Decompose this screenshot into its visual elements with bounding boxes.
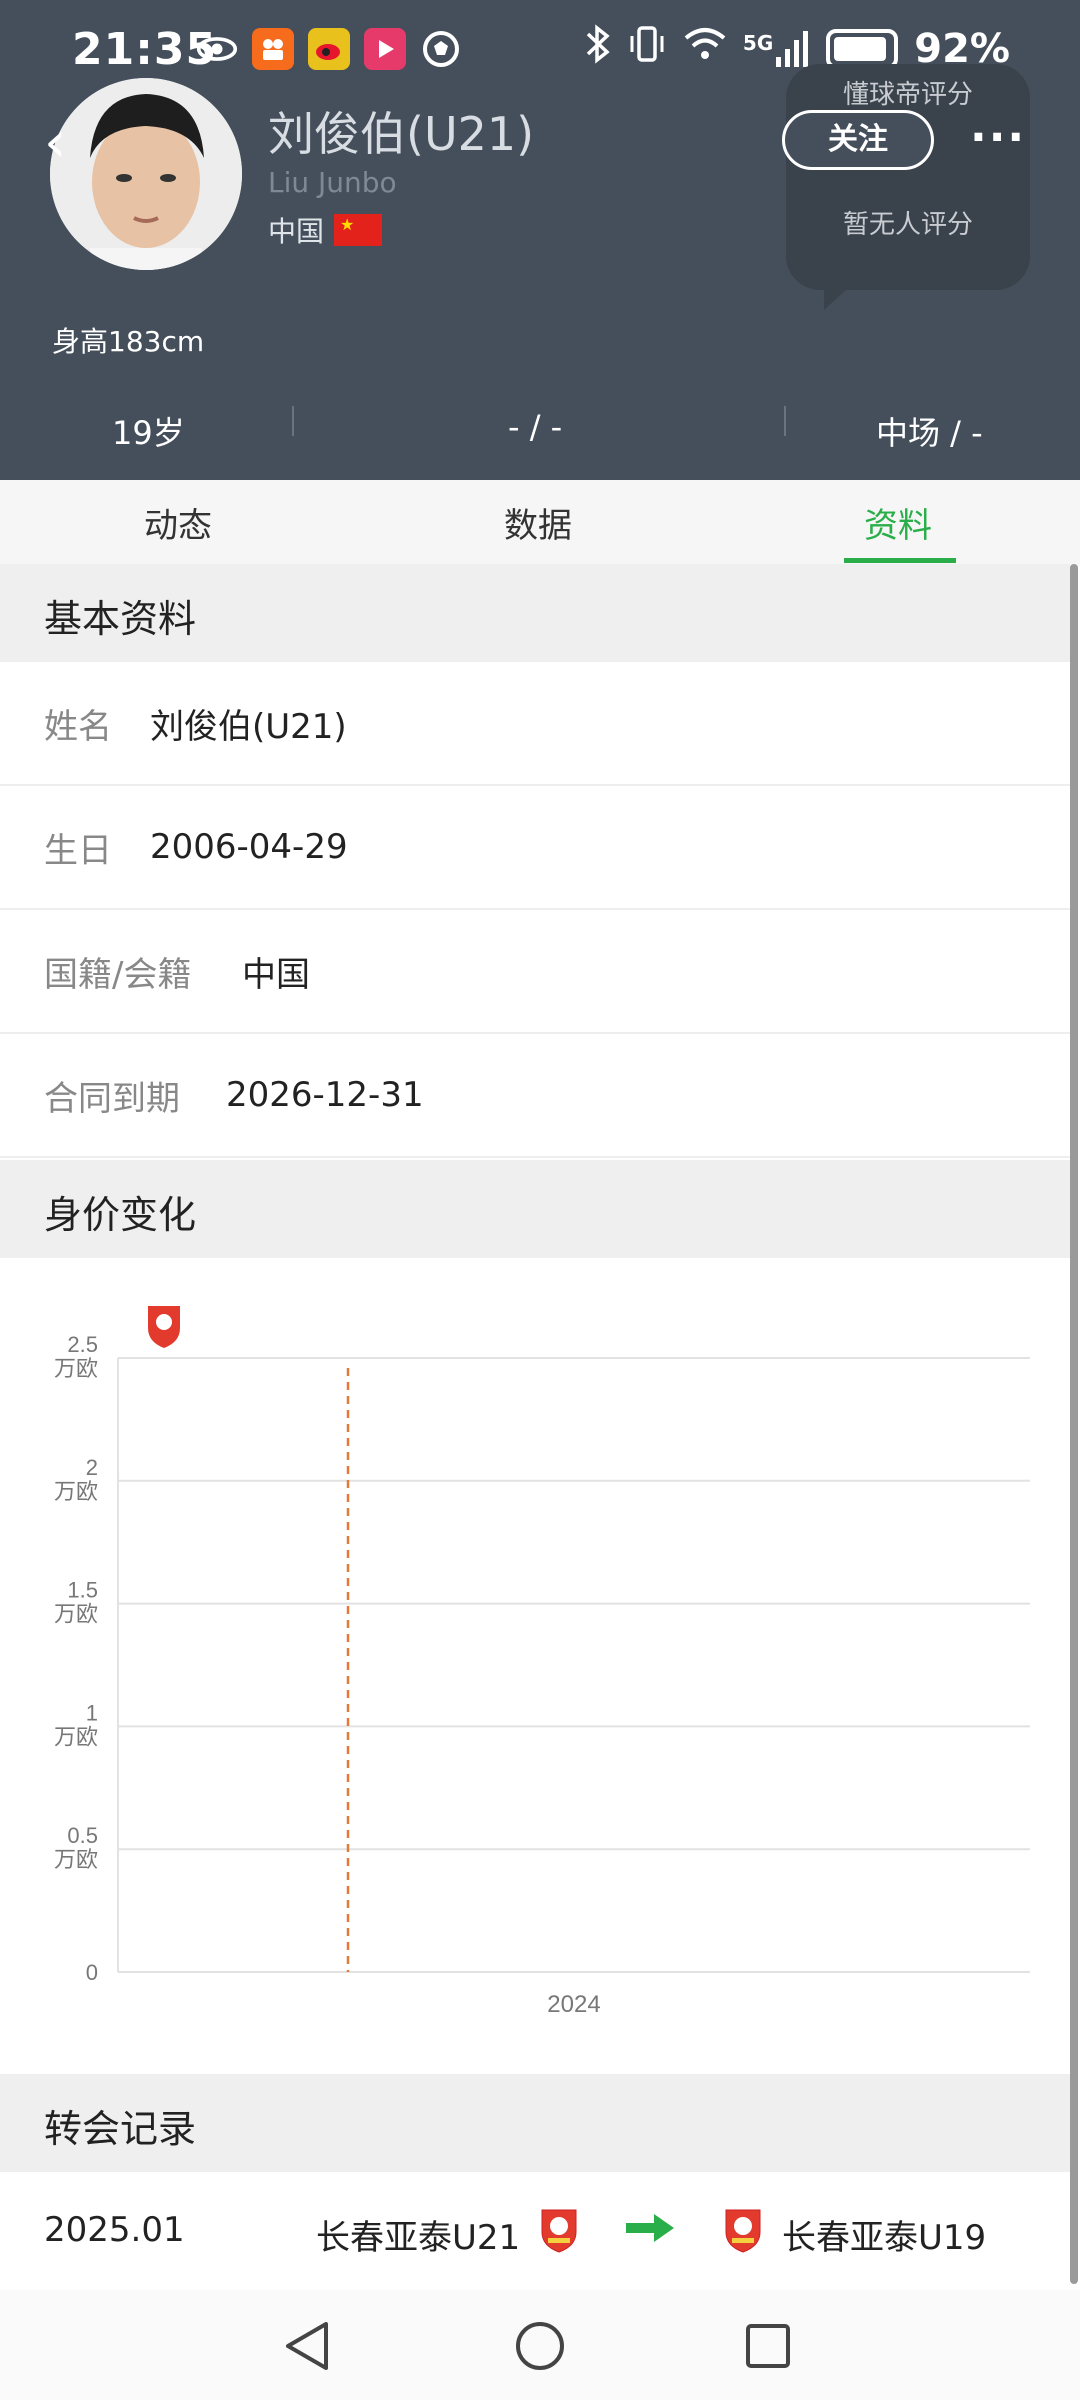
player-number: - / -: [508, 408, 563, 446]
nationality-text: 中国: [268, 215, 325, 248]
transfer-from-club: 长春亚泰U21: [316, 2218, 521, 2258]
network-type: 5G: [742, 31, 774, 55]
nav-recents-icon[interactable]: [744, 2322, 792, 2374]
info-label: 姓名: [44, 706, 112, 747]
battery-icon: [826, 29, 899, 69]
wifi-icon: [683, 26, 727, 72]
info-label: 合同到期: [44, 1078, 180, 1119]
info-row-nationality: 国籍/会籍 中国: [0, 910, 1070, 1034]
tab-bar: 动态 数据 资料: [0, 480, 1080, 564]
tab-active-indicator: [844, 558, 956, 563]
stat-divider: [292, 406, 294, 436]
section-transfer: 转会记录: [0, 2074, 1070, 2172]
info-row-birthday: 生日 2006-04-29: [0, 786, 1070, 910]
info-label: 生日: [44, 830, 112, 871]
tab-data[interactable]: 数据: [504, 498, 572, 547]
info-row-name: 姓名 刘俊伯(U21): [0, 662, 1070, 786]
club-badge-center: [156, 1314, 172, 1330]
info-label: 国籍/会籍: [44, 954, 192, 995]
player-height: 身高183cm: [52, 325, 205, 358]
y-tick-label: 2: [86, 1455, 98, 1480]
info-value: 2026-12-31: [226, 1075, 424, 1115]
eye-icon: [196, 28, 238, 70]
info-value: 2006-04-29: [150, 827, 348, 867]
scrollbar[interactable]: [1070, 564, 1078, 2284]
kuaishou-icon: [252, 28, 294, 70]
back-button[interactable]: ‹: [44, 110, 66, 175]
y-tick-unit: 万欧: [54, 1356, 98, 1381]
player-name-en: Liu Junbo: [268, 166, 397, 199]
transfer-record: 2025.01 长春亚泰U21 长春亚泰U19: [0, 2172, 1070, 2292]
vibrate-icon: [627, 24, 667, 74]
section-market-value: 身价变化: [0, 1160, 1070, 1258]
player-age: 19岁: [112, 414, 185, 452]
follow-button[interactable]: 关注: [782, 110, 934, 170]
info-value: 刘俊伯(U21): [150, 706, 347, 747]
info-value: 中国: [242, 954, 310, 995]
player-avatar: [50, 78, 242, 270]
football-app-icon: [420, 28, 462, 70]
x-tick-label: 2024: [547, 1991, 600, 2018]
player-nationality: 中国: [268, 210, 383, 250]
transfer-to-club: 长春亚泰U19: [782, 2218, 987, 2258]
transfer-arrow-icon: [626, 2212, 674, 2253]
market-value-chart: 0 0.5 万欧 1 万欧 1.5 万欧 2 万欧 2.5 万欧 2024: [0, 1258, 1070, 2073]
notification-icons: [196, 28, 462, 70]
chart-svg: 00.5万欧1万欧1.5万欧2万欧2.5万欧2024: [54, 1306, 1030, 2018]
rating-title: 懂球帝评分: [842, 80, 973, 110]
signal-icon: 5G: [743, 31, 810, 67]
tab-news[interactable]: 动态: [144, 498, 212, 547]
info-row-contract: 合同到期 2026-12-31: [0, 1034, 1070, 1158]
player-header: 21:35 5G 92% ‹ 刘俊伯(U21) Liu Junbo 中国 ★ 懂…: [0, 0, 1080, 480]
video-app-icon: [364, 28, 406, 70]
china-flag-icon: [334, 214, 383, 246]
weibo-icon: [308, 28, 350, 70]
y-tick-label: 1: [86, 1700, 98, 1725]
y-tick-unit: 万欧: [54, 1724, 98, 1749]
y-tick-unit: 万欧: [54, 1847, 98, 1872]
rating-bubble[interactable]: 懂球帝评分 暂无人评分: [786, 64, 1030, 310]
nav-back-icon[interactable]: [282, 2320, 332, 2376]
section-basic-info: 基本资料: [0, 564, 1070, 662]
player-name: 刘俊伯(U21): [268, 107, 535, 161]
club-badge-icon: [148, 1306, 180, 1348]
more-options-button[interactable]: ···: [970, 112, 1026, 163]
rating-value: 暂无人评分: [842, 210, 973, 240]
bluetooth-icon: [585, 24, 611, 74]
club-badge-icon: [540, 2206, 578, 2254]
tab-profile[interactable]: 资料: [864, 498, 932, 547]
y-tick-label: 1.5: [67, 1578, 98, 1603]
transfer-date: 2025.01: [44, 2210, 185, 2250]
y-tick-unit: 万欧: [54, 1479, 98, 1504]
nav-home-icon[interactable]: [514, 2320, 566, 2376]
y-tick-label: 0.5: [67, 1823, 98, 1848]
system-nav-bar: [0, 2290, 1080, 2400]
club-badge-icon: [724, 2206, 762, 2254]
player-stats: 19岁 - / - 中场 / -: [0, 396, 1080, 456]
y-tick-unit: 万欧: [54, 1602, 98, 1627]
stat-divider: [784, 406, 786, 436]
y-tick-label: 2.5: [67, 1332, 98, 1357]
y-tick-label: 0: [86, 1960, 98, 1985]
player-position: 中场 / -: [876, 414, 983, 452]
